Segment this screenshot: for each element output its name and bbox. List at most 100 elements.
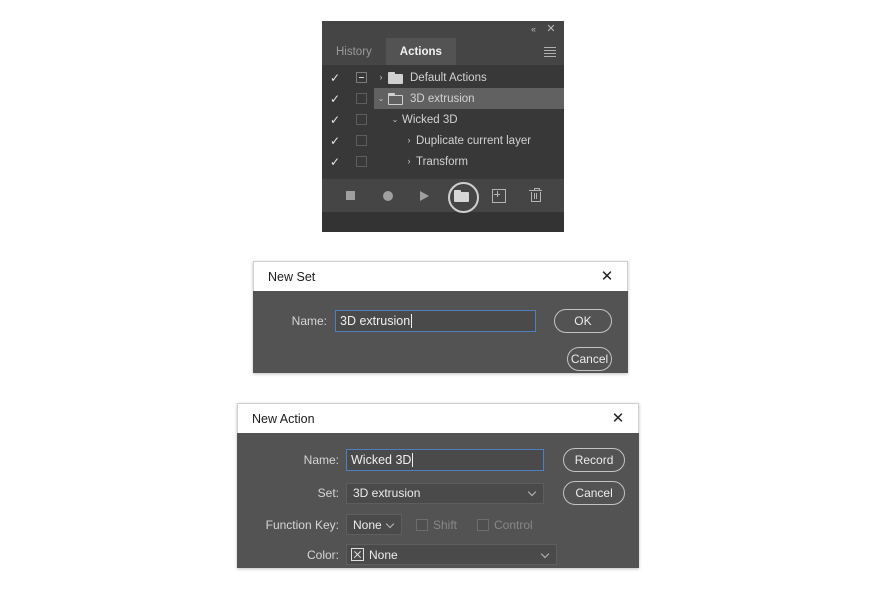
- close-icon[interactable]: ✕: [587, 262, 627, 290]
- trash-icon: [529, 187, 542, 203]
- set-label: Set:: [317, 486, 339, 500]
- folder-open-icon: [388, 92, 403, 105]
- row-modal-toggle[interactable]: [348, 72, 374, 83]
- color-select[interactable]: None: [346, 544, 557, 565]
- collapse-left-icon[interactable]: «: [526, 23, 540, 36]
- row-toggle-check[interactable]: ✓: [322, 72, 348, 84]
- actions-panel-toolbar: [322, 178, 564, 213]
- new-action-dialog: New Action ✕ Name: Wicked 3D Record Set:…: [237, 403, 639, 568]
- modal-dialog-box-icon: [355, 72, 367, 83]
- set-name-value: 3D extrusion: [340, 314, 411, 328]
- record-button[interactable]: Record: [563, 448, 625, 472]
- action-name-input[interactable]: Wicked 3D: [346, 449, 545, 471]
- close-icon[interactable]: ✕: [544, 23, 558, 36]
- row-modal-toggle[interactable]: [348, 114, 374, 125]
- modal-dialog-box-icon: [355, 93, 367, 104]
- new-action-plus-icon: [491, 188, 506, 203]
- dialog-body: Name: Wicked 3D Record Set: 3D extrusion…: [237, 433, 639, 579]
- row-body[interactable]: ⌄ 3D extrusion: [374, 88, 564, 109]
- shift-label: Shift: [433, 517, 458, 532]
- dialog-titlebar: New Action ✕: [237, 403, 639, 433]
- table-row[interactable]: ✓ › Duplicate current layer: [322, 130, 564, 151]
- color-select-value: None: [369, 547, 398, 562]
- record-icon: [382, 190, 393, 201]
- row-toggle-check[interactable]: ✓: [322, 135, 348, 147]
- shift-checkbox-group[interactable]: Shift: [416, 518, 457, 532]
- row-body[interactable]: › Default Actions: [374, 67, 564, 88]
- folder-icon: [388, 71, 403, 84]
- row-body[interactable]: ⌄ Wicked 3D: [374, 109, 564, 130]
- new-set-button[interactable]: [448, 182, 479, 213]
- no-color-x-icon: [351, 548, 364, 561]
- chevron-down-icon: [387, 523, 394, 527]
- chevron-right-icon[interactable]: ›: [402, 157, 416, 166]
- close-icon[interactable]: ✕: [598, 404, 638, 432]
- panel-titlebar: « ✕: [322, 21, 564, 38]
- chevron-down-icon[interactable]: ⌄: [374, 94, 388, 103]
- function-key-value: None: [353, 517, 382, 532]
- dialog-title: New Action: [252, 411, 315, 426]
- function-key-select[interactable]: None: [346, 514, 402, 535]
- dialog-body: Name: 3D extrusion OK Cancel: [253, 291, 628, 387]
- name-label: Name:: [303, 453, 339, 467]
- cancel-button[interactable]: Cancel: [563, 481, 625, 505]
- new-set-dialog: New Set ✕ Name: 3D extrusion OK Cancel: [253, 261, 628, 373]
- play-icon: [420, 190, 429, 201]
- text-caret: [411, 314, 413, 328]
- row-body[interactable]: › Transform: [374, 151, 564, 172]
- row-toggle-check[interactable]: ✓: [322, 156, 348, 168]
- delete-button[interactable]: [527, 187, 545, 205]
- record-button[interactable]: [379, 187, 397, 205]
- action-name-value: Wicked 3D: [351, 453, 412, 467]
- set-select-value: 3D extrusion: [353, 486, 421, 500]
- chevron-down-icon: [542, 553, 549, 557]
- row-modal-toggle[interactable]: [348, 135, 374, 146]
- dialog-title: New Set: [268, 269, 316, 284]
- control-checkbox-group[interactable]: Control: [477, 518, 533, 532]
- control-checkbox[interactable]: [477, 518, 490, 531]
- tab-actions[interactable]: Actions: [385, 38, 456, 65]
- panel-tabs: History Actions: [322, 38, 564, 65]
- name-label: Name:: [291, 314, 327, 328]
- row-modal-toggle[interactable]: [348, 93, 374, 104]
- shift-checkbox[interactable]: [416, 518, 428, 531]
- table-row[interactable]: ✓ › Transform: [322, 151, 564, 172]
- chevron-right-icon[interactable]: ›: [402, 136, 416, 145]
- row-label: Default Actions: [410, 71, 487, 84]
- row-toggle-check[interactable]: ✓: [322, 93, 348, 105]
- table-row[interactable]: ✓ ⌄ 3D extrusion: [322, 88, 564, 109]
- control-label: Control: [494, 517, 533, 532]
- row-label: Duplicate current layer: [416, 134, 532, 147]
- row-modal-toggle[interactable]: [348, 156, 374, 167]
- table-row[interactable]: ✓ › Default Actions: [322, 67, 564, 88]
- play-button[interactable]: [416, 187, 434, 205]
- stop-button[interactable]: [342, 187, 360, 205]
- modal-dialog-box-icon: [355, 135, 367, 146]
- stop-icon: [346, 191, 355, 200]
- text-caret: [412, 453, 414, 467]
- chevron-right-icon[interactable]: ›: [374, 73, 388, 82]
- actions-panel: « ✕ History Actions ✓ › Default Actions: [322, 21, 564, 232]
- row-body[interactable]: › Duplicate current layer: [374, 130, 564, 151]
- row-label: 3D extrusion: [410, 92, 475, 105]
- cancel-button[interactable]: Cancel: [567, 347, 612, 371]
- new-action-button[interactable]: [490, 187, 508, 205]
- function-key-label: Function Key:: [265, 517, 339, 532]
- row-toggle-check[interactable]: ✓: [322, 114, 348, 126]
- ok-button[interactable]: OK: [553, 309, 612, 333]
- tab-history[interactable]: History: [322, 38, 386, 65]
- panel-menu-icon[interactable]: [544, 47, 556, 57]
- table-row[interactable]: ✓ ⌄ Wicked 3D: [322, 109, 564, 130]
- set-name-input[interactable]: 3D extrusion: [335, 310, 536, 332]
- set-select[interactable]: 3D extrusion: [346, 482, 545, 504]
- row-label: Transform: [416, 155, 468, 168]
- chevron-down-icon: [529, 491, 536, 495]
- row-label: Wicked 3D: [402, 113, 458, 126]
- modal-dialog-box-icon: [355, 156, 367, 167]
- modal-dialog-box-icon: [355, 114, 367, 125]
- chevron-down-icon[interactable]: ⌄: [388, 115, 402, 124]
- color-label: Color:: [306, 547, 339, 562]
- actions-list: ✓ › Default Actions ✓ ⌄ 3D extrusion ✓ ⌄…: [322, 65, 564, 178]
- dialog-titlebar: New Set ✕: [253, 261, 628, 291]
- new-set-folder-icon: [454, 189, 469, 202]
